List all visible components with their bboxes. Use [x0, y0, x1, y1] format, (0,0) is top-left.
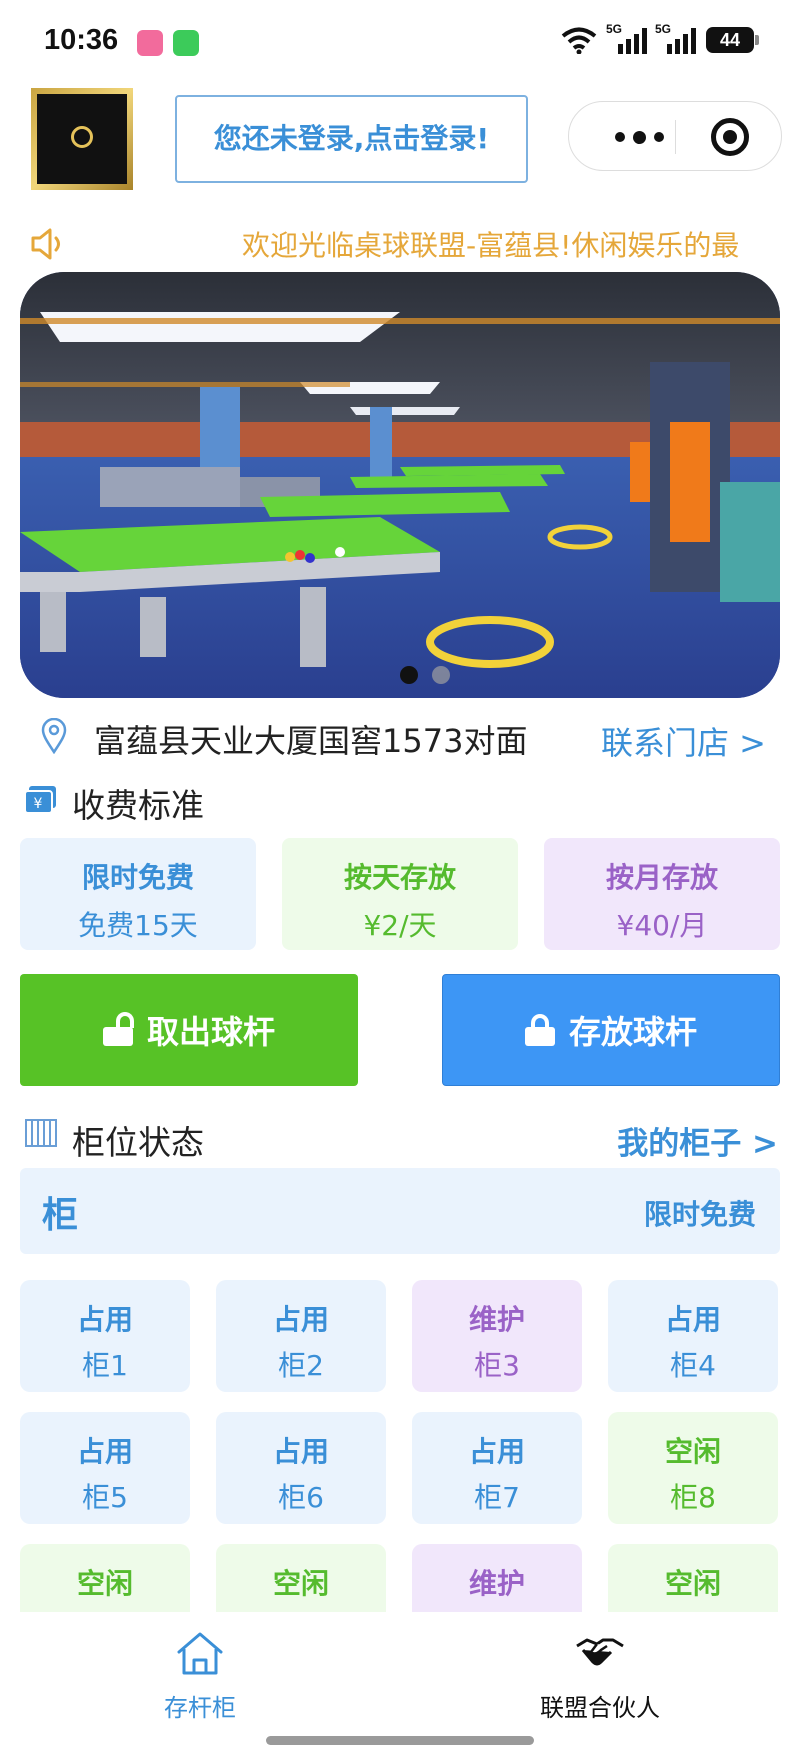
handshake-icon [576, 1638, 624, 1666]
my-cabinet-link[interactable]: 我的柜子 > [617, 1118, 778, 1163]
cabinet-grid: 占用 柜1 占用 柜2 维护 柜3 占用 柜4 占用 柜5 占用 柜6 占用 柜7 空闲 柜8 空闲 空闲 维护 空闲 [0, 1280, 800, 1612]
fee-card-title: 限时免费 [81, 861, 194, 894]
location-pin-icon [41, 718, 67, 754]
fee-card-icon: ¥ [24, 786, 56, 814]
cabinet-card[interactable]: 占用柜7 [412, 1412, 582, 1524]
cabinet-status: 空闲 [664, 1435, 721, 1468]
tab-label: 联盟合伙人 [540, 1694, 660, 1722]
signal-icon: 5G [655, 22, 696, 54]
cabinet-card[interactable]: 空闲 [608, 1544, 778, 1612]
cabinet-status: 维护 [468, 1303, 525, 1336]
wifi-icon [561, 27, 597, 54]
billiard-hall-photo [20, 272, 780, 698]
cabinet-name: 柜1 [82, 1349, 128, 1382]
cabinet-card[interactable]: 占用柜2 [216, 1280, 386, 1392]
cabinet-card[interactable]: 空闲柜8 [608, 1412, 778, 1524]
tab-bar: 存杆柜 联盟合伙人 [0, 1612, 800, 1722]
fee-card-free: 限时免费 免费15天 [20, 838, 256, 950]
cabinet-name: 柜8 [670, 1481, 716, 1514]
cabinet-card[interactable]: 占用柜4 [608, 1280, 778, 1392]
cabinet-status: 占用 [272, 1435, 329, 1468]
signal-label: 5G [606, 22, 623, 36]
cabinet-card[interactable]: 维护 [412, 1544, 582, 1612]
tab-locker[interactable]: 存杆柜 [100, 1630, 300, 1723]
store-address: 富蕴县天业大厦国窖1573对面 [94, 722, 528, 760]
cabinet-name: 柜2 [278, 1349, 324, 1382]
cabinet-group-badge: 限时免费 [643, 1198, 756, 1231]
store-logo [31, 88, 133, 190]
cabinet-card[interactable]: 空闲 [216, 1544, 386, 1612]
banner-carousel[interactable] [20, 272, 780, 698]
miniprogram-capsule [568, 101, 782, 171]
bilibili-app-icon [137, 30, 163, 56]
fee-card-value: ¥2/天 [363, 909, 437, 942]
fee-card-value: 免费15天 [78, 909, 198, 942]
cabinet-name: 柜7 [474, 1481, 520, 1514]
cabinet-status: 占用 [664, 1303, 721, 1336]
status-time: 10:36 [44, 24, 119, 56]
take-out-label: 取出球杆 [146, 1013, 275, 1051]
message-app-icon [173, 30, 199, 56]
notice-marquee: 欢迎光临桌球联盟-富蕴县!休闲娱乐的最 [242, 229, 740, 262]
fee-card-value: ¥40/月 [616, 909, 708, 942]
cabinet-status: 空闲 [664, 1567, 721, 1600]
cabinet-name: 柜3 [474, 1349, 520, 1382]
fee-card-monthly: 按月存放 ¥40/月 [544, 838, 780, 950]
cabinet-card[interactable]: 占用柜5 [20, 1412, 190, 1524]
carousel-indicator [400, 666, 450, 684]
status-icons: 5G 5G 44 [560, 22, 759, 54]
store-label: 存放球杆 [568, 1013, 697, 1051]
take-out-cue-button[interactable]: 取出球杆 [20, 974, 358, 1086]
store-cue-button[interactable]: 存放球杆 [442, 974, 780, 1086]
more-icon[interactable] [599, 102, 679, 172]
logo-mark-icon [71, 126, 93, 148]
cabinet-status: 占用 [272, 1303, 329, 1336]
close-target-icon[interactable] [711, 118, 749, 156]
lock-icon [524, 1014, 555, 1046]
svg-text:¥: ¥ [34, 796, 43, 812]
contact-store-link[interactable]: 联系门店 > [601, 718, 766, 764]
fee-card-title: 按月存放 [605, 861, 718, 894]
cabinet-group-header: 柜 限时免费 [20, 1168, 780, 1254]
cabinet-status: 维护 [468, 1567, 525, 1600]
cabinet-card[interactable]: 维护柜3 [412, 1280, 582, 1392]
capsule-divider [675, 120, 676, 154]
cabinet-name: 柜6 [278, 1481, 324, 1514]
login-button[interactable]: 您还未登录,点击登录! [175, 95, 528, 183]
signal-icon: 5G [606, 22, 647, 54]
home-icon [177, 1632, 223, 1675]
cabinet-card[interactable]: 占用柜6 [216, 1412, 386, 1524]
fee-section-title: 收费标准 [72, 786, 204, 825]
speaker-icon [31, 228, 60, 260]
cabinet-status: 占用 [76, 1435, 133, 1468]
cabinet-status: 空闲 [76, 1567, 133, 1600]
home-indicator [266, 1736, 534, 1745]
cabinet-status: 占用 [468, 1435, 525, 1468]
tab-label: 存杆柜 [164, 1694, 236, 1722]
tab-partner[interactable]: 联盟合伙人 [500, 1630, 700, 1723]
carousel-dot[interactable] [432, 666, 450, 684]
cabinet-section-title: 柜位状态 [72, 1123, 204, 1162]
fee-card-daily: 按天存放 ¥2/天 [282, 838, 518, 950]
cabinet-icon [25, 1119, 57, 1147]
battery-icon: 44 [706, 27, 759, 53]
fee-card-title: 按天存放 [343, 861, 456, 894]
signal-label: 5G [655, 22, 672, 36]
cabinet-card[interactable]: 占用柜1 [20, 1280, 190, 1392]
cabinet-status: 空闲 [272, 1567, 329, 1600]
unlock-icon [102, 1012, 134, 1046]
cabinet-card[interactable]: 空闲 [20, 1544, 190, 1612]
cabinet-status: 占用 [76, 1303, 133, 1336]
cabinet-name: 柜4 [670, 1349, 716, 1382]
cabinet-name: 柜5 [82, 1481, 128, 1514]
status-bar: 10:36 5G 5G 44 [0, 0, 800, 86]
carousel-dot-active[interactable] [400, 666, 418, 684]
cabinet-group-label: 柜 [42, 1195, 79, 1236]
